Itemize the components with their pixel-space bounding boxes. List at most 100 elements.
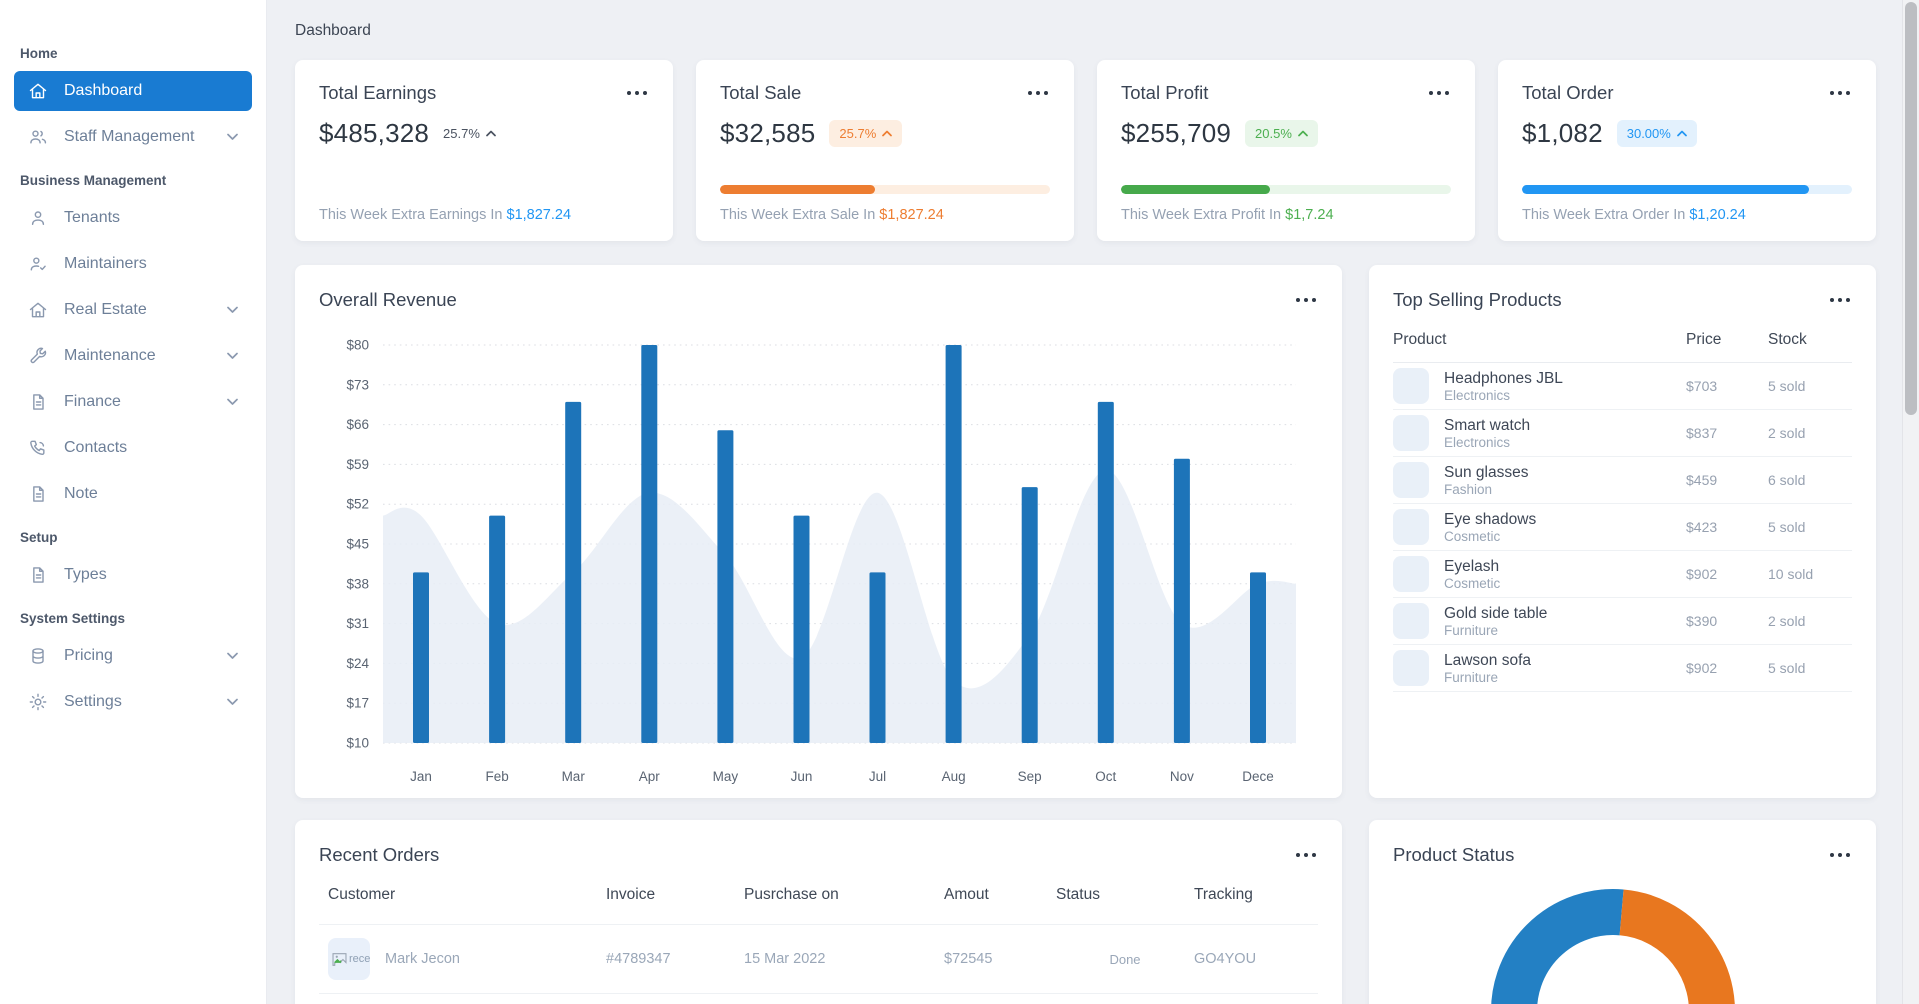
orders-column-header-amout: Amout xyxy=(944,886,989,903)
sidebar-section-label: Setup xyxy=(20,530,58,545)
chevron-up-icon xyxy=(486,130,496,137)
product-row-eyelash[interactable]: Eyelash Cosmetic $902 10 sold xyxy=(1393,551,1852,598)
product-thumbnail xyxy=(1393,509,1429,545)
top-selling-products-card: Top Selling Products Product Price Stock… xyxy=(1369,265,1876,798)
stat-footer-amount: $1,827.24 xyxy=(879,207,944,223)
product-row-lawson-sofa[interactable]: Lawson sofa Furniture $902 5 sold xyxy=(1393,645,1852,692)
stat-card-title: Total Order xyxy=(1522,82,1614,103)
sidebar-section-label: Business Management xyxy=(20,173,167,188)
avatar-alt-text: rece xyxy=(349,953,370,965)
product-row-eye-shadows[interactable]: Eye shadows Cosmetic $423 5 sold xyxy=(1393,504,1852,551)
product-name: Lawson sofa xyxy=(1444,651,1532,669)
x-axis-tick-label: Nov xyxy=(1170,769,1194,784)
recent-orders-card: Recent Orders Customer Invoice Pusrchase o… xyxy=(295,820,1342,1004)
trend-percent: 30.00% xyxy=(1626,126,1671,141)
sidebar-item-pricing[interactable]: Pricing xyxy=(14,636,252,676)
more-options-button[interactable] xyxy=(1828,87,1853,100)
more-options-button[interactable] xyxy=(1828,849,1853,862)
more-options-button[interactable] xyxy=(1828,294,1853,307)
revenue-bar-sep xyxy=(1021,487,1038,743)
sidebar-item-settings[interactable]: Settings xyxy=(14,682,252,722)
orders-column-header-status: Status xyxy=(1056,886,1100,903)
stat-value: $1,082 xyxy=(1522,118,1603,148)
product-stock: 2 sold xyxy=(1768,425,1806,441)
document-icon xyxy=(33,394,44,410)
sidebar-item-contacts[interactable]: Contacts xyxy=(14,428,252,468)
product-status-donut-svg xyxy=(1491,889,1735,1004)
product-category: Cosmetic xyxy=(1444,576,1501,592)
chevron-down-icon xyxy=(227,306,238,313)
gear-icon xyxy=(29,693,47,711)
product-thumbnail xyxy=(1393,650,1429,686)
product-row-sun-glasses[interactable]: Sun glasses Fashion $459 6 sold xyxy=(1393,457,1852,504)
product-row-gold-side-table[interactable]: Gold side table Furniture $390 2 sold xyxy=(1393,598,1852,645)
people-icon xyxy=(30,130,47,144)
product-row-smart-watch[interactable]: Smart watch Electronics $837 2 sold xyxy=(1393,410,1852,457)
top-selling-title: Top Selling Products xyxy=(1393,289,1562,310)
sidebar-item-label: Note xyxy=(64,485,98,502)
order-row-mark-jecon[interactable]: rece Mark Jecon #4789347 15 Mar 2022 $72… xyxy=(319,924,1318,994)
recent-orders-title: Recent Orders xyxy=(319,844,440,865)
product-row-headphones-jbl[interactable]: Headphones JBL Electronics $703 5 sold xyxy=(1393,363,1852,410)
orders-column-header-tracking: Tracking xyxy=(1194,886,1253,903)
revenue-bar-chart-svg: $10 $17 $24 $31 $38 $45 $52 $59 $66 $73 $80 Jan Feb M… xyxy=(346,338,1296,784)
sidebar-item-staff-management[interactable]: Staff Management xyxy=(14,117,252,157)
stat-card-total-sale: Total Sale $32,585 25.7% This Week Extra… xyxy=(696,60,1074,241)
product-thumbnail xyxy=(1393,603,1429,639)
order-amount: $72545 xyxy=(944,951,993,967)
progress-bar xyxy=(1522,185,1852,194)
document-icon xyxy=(33,567,44,583)
sidebar-item-maintainers[interactable]: Maintainers xyxy=(14,244,252,284)
sidebar-item-finance[interactable]: Finance xyxy=(14,382,252,422)
sidebar-item-maintenance[interactable]: Maintenance xyxy=(14,336,252,376)
progress-bar xyxy=(1121,185,1451,194)
order-purchase-date: 15 Mar 2022 xyxy=(744,951,826,967)
page-title: Dashboard xyxy=(295,22,371,39)
sidebar-item-note[interactable]: Note xyxy=(14,474,252,514)
person-icon xyxy=(31,211,45,226)
more-options-button[interactable] xyxy=(1294,849,1319,862)
stat-footer: This Week Extra Order In $1,20.24 xyxy=(1522,207,1852,223)
y-axis-tick-label: $59 xyxy=(346,457,369,472)
y-axis-tick-label: $31 xyxy=(346,616,369,631)
product-price: $459 xyxy=(1686,472,1718,488)
vertical-scrollbar[interactable] xyxy=(1902,0,1919,1004)
stat-card-total-order: Total Order $1,082 30.00% This Week Extr… xyxy=(1498,60,1876,241)
product-stock: 5 sold xyxy=(1768,660,1806,676)
sidebar-item-label: Maintainers xyxy=(64,255,147,272)
more-options-button[interactable] xyxy=(1026,87,1051,100)
product-price: $390 xyxy=(1686,613,1718,629)
x-axis-tick-label: Aug xyxy=(942,769,966,784)
product-name: Eye shadows xyxy=(1444,510,1537,528)
chevron-up-icon xyxy=(882,130,893,137)
order-customer: Mark Jecon xyxy=(385,951,460,967)
more-options-button[interactable] xyxy=(625,87,650,100)
scrollbar-thumb[interactable] xyxy=(1905,2,1917,415)
more-options-button[interactable] xyxy=(1427,87,1452,100)
more-options-button[interactable] xyxy=(1294,294,1319,307)
revenue-bar-aug xyxy=(945,345,962,743)
stat-footer-amount: $1,7.24 xyxy=(1285,207,1334,223)
x-axis-tick-label: Sep xyxy=(1018,769,1042,784)
product-category: Fashion xyxy=(1444,482,1493,498)
stat-footer-text: This Week Extra Order In xyxy=(1522,207,1690,223)
home-icon xyxy=(29,83,47,99)
sidebar-item-tenants[interactable]: Tenants xyxy=(14,198,252,238)
x-axis-tick-label: Jul xyxy=(869,769,886,784)
revenue-bar-jun xyxy=(793,515,810,743)
sidebar-item-types[interactable]: Types xyxy=(14,555,252,595)
product-stock: 6 sold xyxy=(1768,472,1806,488)
y-axis-tick-label: $38 xyxy=(346,576,369,591)
chevron-down-icon xyxy=(227,133,238,140)
stat-value: $485,328 xyxy=(319,118,430,148)
customer-avatar-broken-image: rece xyxy=(328,938,370,980)
donut-slice-1 xyxy=(1491,889,1624,1004)
column-header-price: Price xyxy=(1686,330,1722,348)
trend-badge: 30.00% xyxy=(1616,120,1697,147)
sidebar-item-real-estate[interactable]: Real Estate xyxy=(14,290,252,330)
revenue-bar-feb xyxy=(489,515,506,743)
main-content: Dashboard Total Earnings $485,328 25.7% … xyxy=(267,0,1919,1004)
product-category: Furniture xyxy=(1444,623,1499,639)
sidebar-item-dashboard[interactable]: Dashboard xyxy=(14,71,252,111)
stat-value: $32,585 xyxy=(720,118,816,148)
